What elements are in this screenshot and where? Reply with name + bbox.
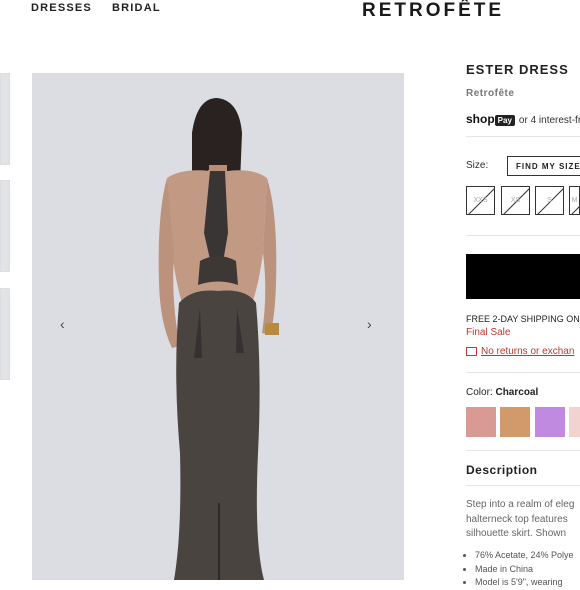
final-sale-label: Final Sale — [466, 327, 511, 338]
size-label-s: S — [547, 197, 552, 204]
size-option-m[interactable]: M — [569, 186, 580, 215]
shoppay-installments[interactable]: shopPayor 4 interest-free — [466, 112, 580, 126]
size-label: Size: — [466, 160, 489, 171]
detail-item: 76% Acetate, 24% Polye — [475, 549, 574, 563]
shoppay-logo: shop — [466, 112, 495, 126]
color-swatch-3[interactable] — [535, 407, 565, 437]
return-box-icon — [466, 346, 477, 356]
thumbnail-3[interactable] — [0, 288, 10, 380]
description-line: halterneck top features — [466, 513, 568, 525]
description-line: Step into a realm of eleg — [466, 499, 575, 510]
detail-item: Made in China — [475, 563, 574, 577]
thumbnail-1[interactable] — [0, 73, 10, 165]
size-label-xxs: XXS — [473, 197, 488, 204]
description-text: Step into a realm of eleg halterneck top… — [466, 498, 574, 542]
color-row: Color: Charcoal — [466, 387, 538, 398]
divider — [466, 485, 580, 486]
divider — [466, 372, 580, 373]
divider — [466, 235, 580, 236]
site-logo[interactable]: RETROFÊTE — [362, 0, 504, 22]
shoppay-badge: Pay — [494, 115, 515, 126]
size-label-m: M — [571, 197, 578, 204]
shipping-notice: FREE 2-DAY SHIPPING ON D — [466, 314, 580, 324]
size-label-xs: XS — [510, 197, 521, 204]
description-line: silhouette skirt. Shown — [466, 528, 567, 539]
returns-link-text: No returns or exchan — [481, 346, 575, 357]
description-heading[interactable]: Description — [466, 463, 538, 477]
returns-policy-link[interactable]: No returns or exchan — [466, 346, 574, 357]
prev-image-button[interactable]: ‹ — [60, 316, 65, 332]
thumbnail-2[interactable] — [0, 180, 10, 272]
divider — [466, 136, 580, 137]
color-swatch-1[interactable] — [466, 407, 496, 437]
find-my-size-button[interactable]: FIND MY SIZE — [507, 156, 580, 176]
shoppay-text: or 4 interest-free — [518, 115, 580, 126]
size-option-xxs[interactable]: XXS — [466, 186, 495, 215]
size-option-s[interactable]: S — [535, 186, 564, 215]
color-swatch-2[interactable] — [500, 407, 530, 437]
color-swatch-4[interactable] — [569, 407, 580, 437]
color-value: Charcoal — [495, 387, 539, 398]
dress-photo-icon — [32, 73, 404, 580]
nav-dresses[interactable]: DRESSES — [31, 2, 92, 14]
add-to-cart-button[interactable] — [466, 254, 580, 299]
size-option-xs[interactable]: XS — [501, 186, 530, 215]
product-details-list: 76% Acetate, 24% Polye Made in China Mod… — [466, 549, 574, 590]
product-image: ‹ › — [32, 73, 404, 580]
detail-item: Model is 5'9", wearing — [475, 576, 574, 590]
product-title: ESTER DRESS — [466, 62, 569, 77]
divider — [466, 450, 580, 451]
next-image-button[interactable]: › — [367, 316, 372, 332]
product-brand[interactable]: Retrofête — [466, 88, 514, 99]
nav-bridal[interactable]: BRIDAL — [112, 2, 161, 14]
color-label: Color: — [466, 387, 493, 398]
